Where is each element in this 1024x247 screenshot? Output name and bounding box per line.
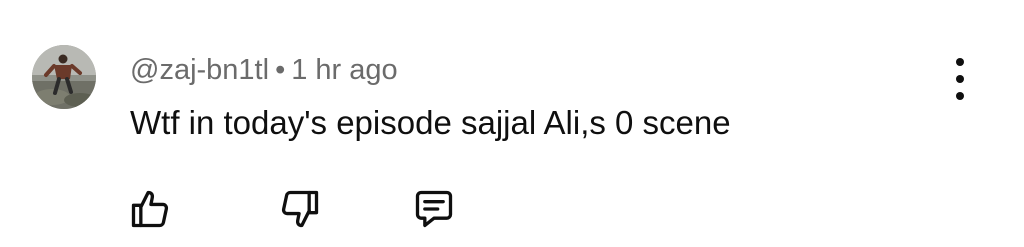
comment-item: @zaj-bn1tl • 1 hr ago Wtf in today's episo… <box>0 0 1024 247</box>
avatar-photo <box>32 45 96 109</box>
comment-text: Wtf in today's episode sajjal Ali,s 0 sc… <box>130 104 731 141</box>
thumbs-down-icon <box>281 190 319 228</box>
meta-separator: • <box>275 54 286 86</box>
more-vertical-icon <box>956 58 964 66</box>
avatar[interactable] <box>32 45 96 109</box>
reply-comment-icon <box>415 190 453 228</box>
comment-author[interactable]: @zaj-bn1tl <box>130 54 269 86</box>
dislike-button[interactable] <box>276 186 324 232</box>
like-button[interactable] <box>126 186 174 232</box>
thumbs-up-icon <box>131 190 169 228</box>
comment-time: 1 hr ago <box>291 54 398 86</box>
more-options-button[interactable] <box>944 58 976 100</box>
comment-meta: @zaj-bn1tl • 1 hr ago <box>130 52 398 88</box>
reply-button[interactable] <box>410 186 458 232</box>
